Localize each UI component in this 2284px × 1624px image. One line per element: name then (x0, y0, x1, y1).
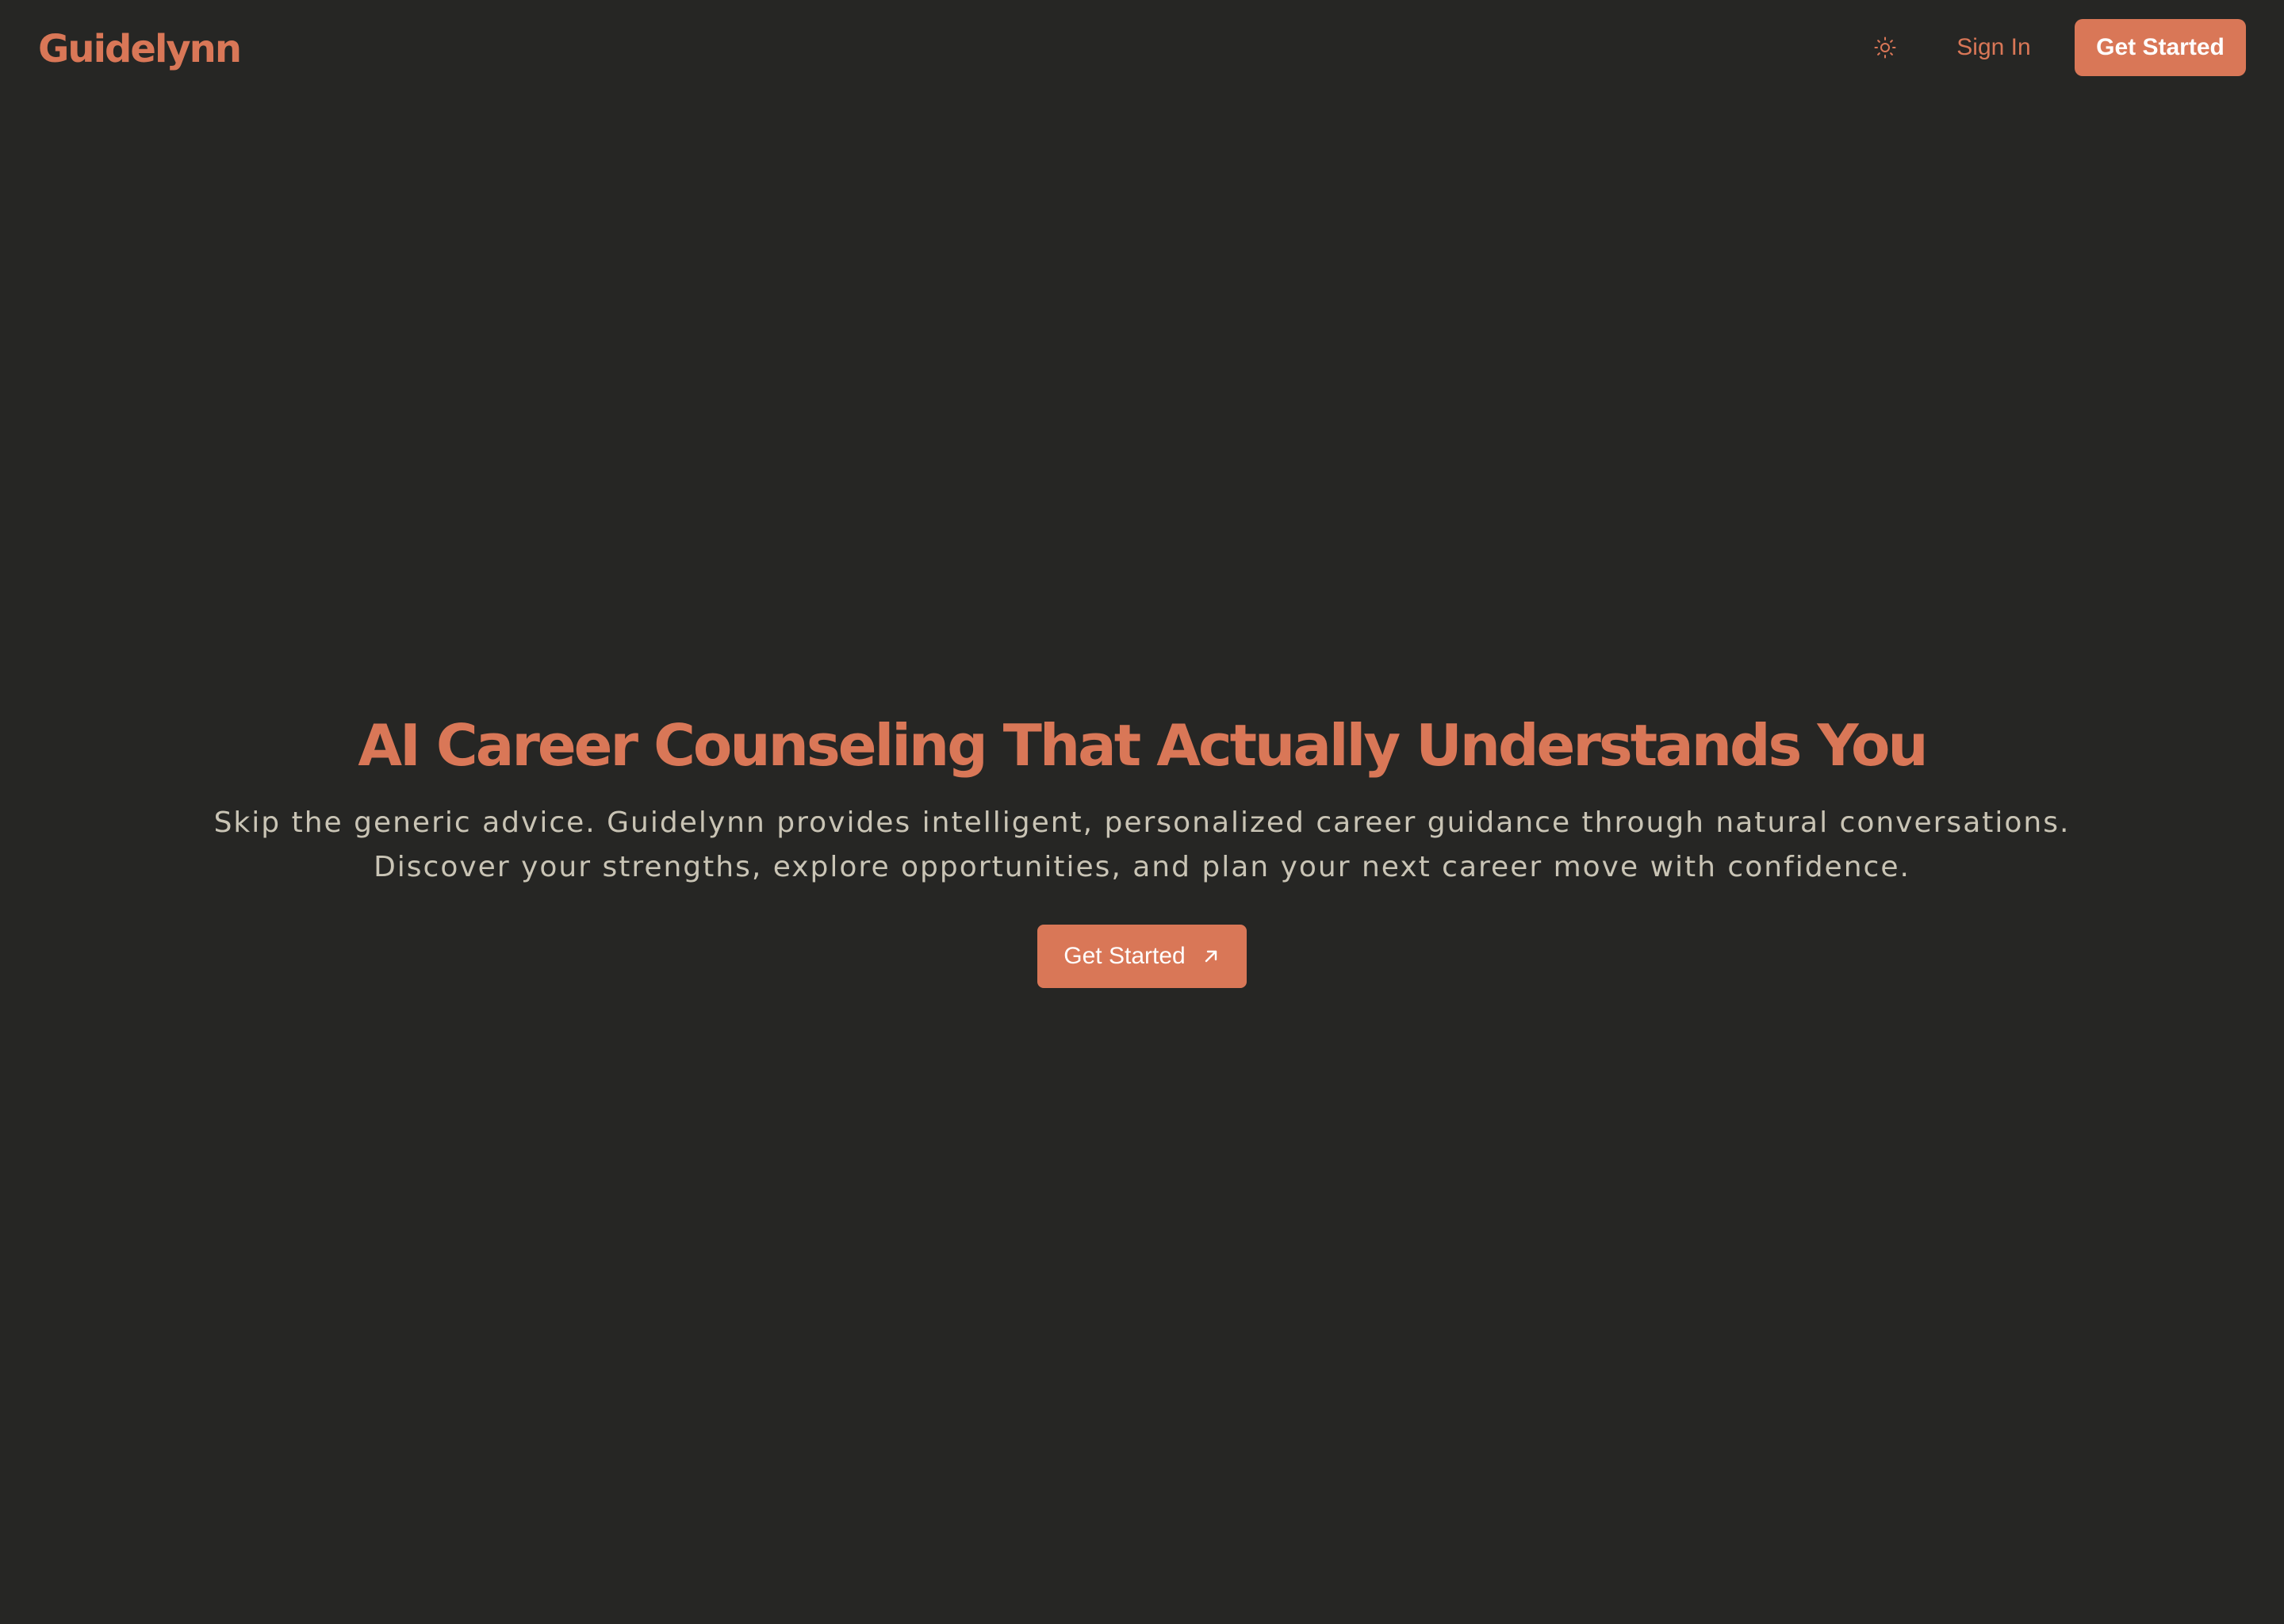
hero-title: AI Career Counseling That Actually Under… (358, 712, 1928, 779)
site-header: Guidelynn Sign In Get Started (0, 0, 2284, 95)
hero-subtitle-line-1: Skip the generic advice. Guidelynn provi… (213, 806, 2071, 839)
get-started-hero-label: Get Started (1063, 943, 1186, 969)
logo[interactable]: Guidelynn (38, 24, 242, 75)
arrow-up-right-icon (1205, 950, 1217, 963)
sign-in-link[interactable]: Sign In (1935, 27, 2052, 68)
get-started-nav-button[interactable]: Get Started (2075, 19, 2246, 76)
hero-subtitle: Skip the generic advice. Guidelynn provi… (190, 801, 2094, 890)
hero-subtitle-line-2: Discover your strengths, explore opportu… (374, 851, 1910, 883)
sun-icon (1874, 36, 1896, 59)
theme-toggle-button[interactable] (1867, 32, 1903, 63)
get-started-hero-button[interactable]: Get Started (1037, 925, 1247, 988)
